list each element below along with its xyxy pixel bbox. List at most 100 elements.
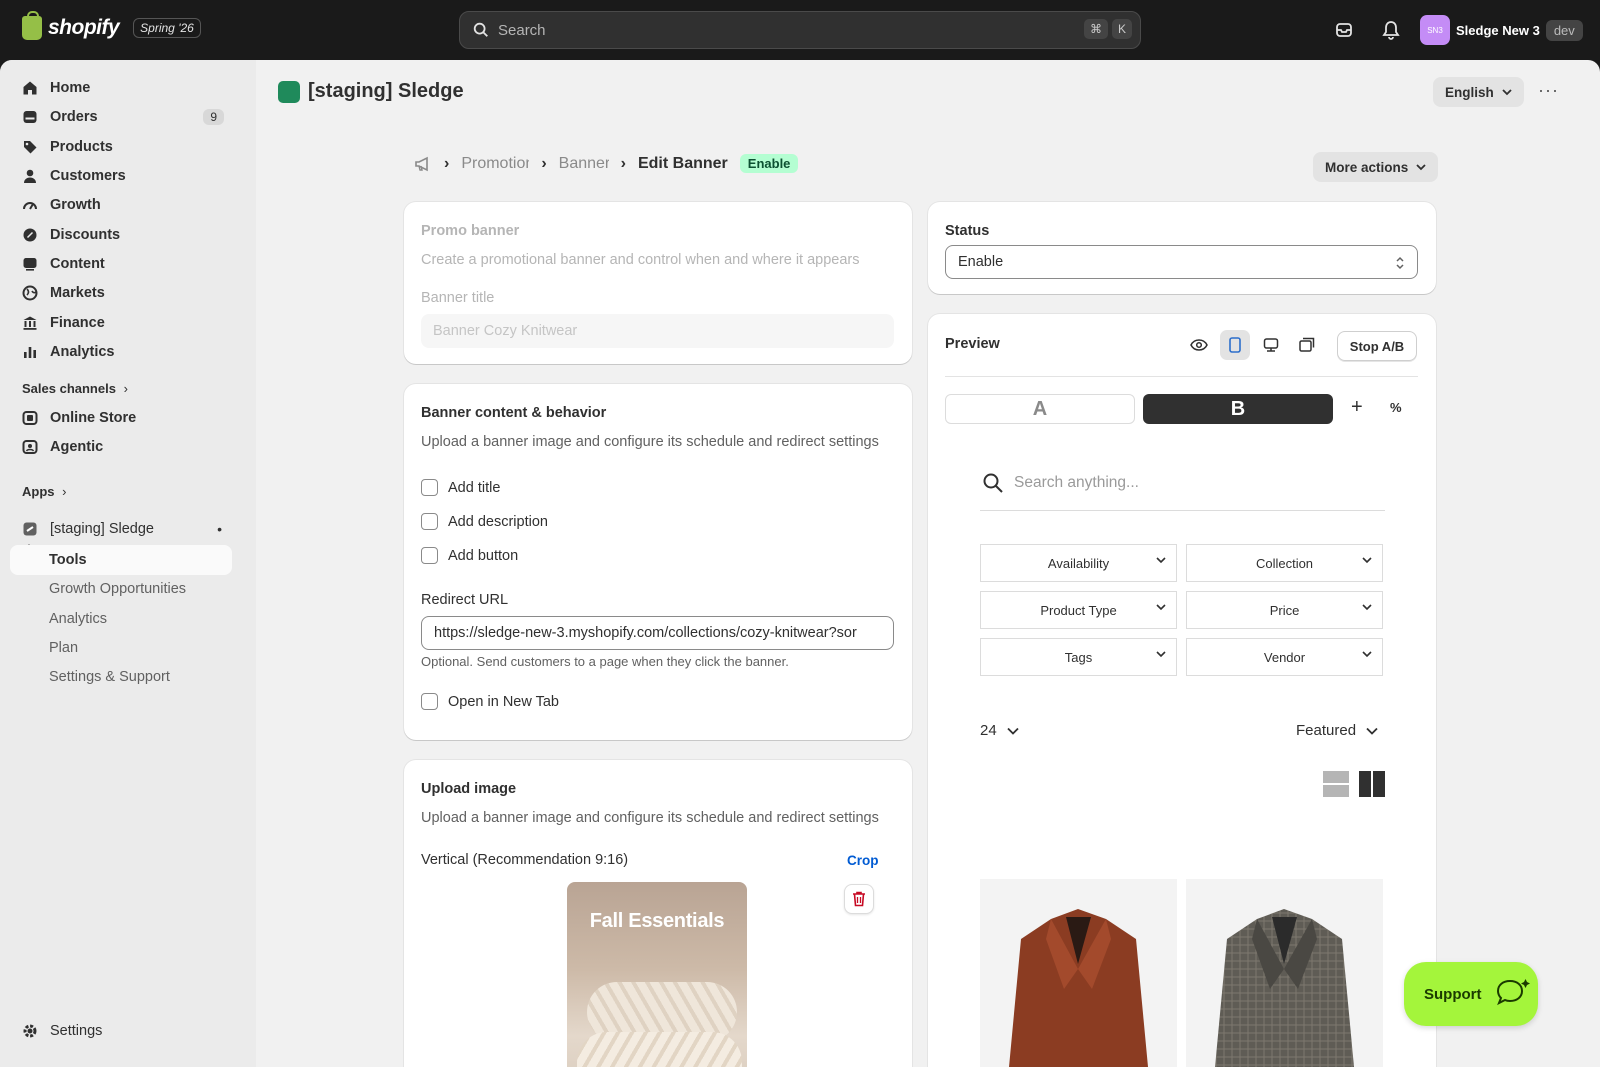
filter-label: Tags bbox=[1064, 649, 1093, 665]
filter-tags[interactable]: Tags bbox=[980, 638, 1177, 676]
main-content: [staging] Sledge English ··· › Promotion… bbox=[256, 60, 1600, 1067]
more-actions-label: More actions bbox=[1325, 159, 1409, 175]
checkbox-box bbox=[421, 693, 438, 710]
support-button[interactable]: Support bbox=[1404, 962, 1538, 1026]
grid-view-icon[interactable] bbox=[1359, 771, 1385, 797]
sidebar-item-app-analytics[interactable]: Analytics bbox=[10, 604, 232, 634]
sidebar-item-staging-sledge[interactable]: [staging] Sledge • bbox=[10, 514, 232, 544]
filter-product-type[interactable]: Product Type bbox=[980, 591, 1177, 629]
checkbox-label: Add description bbox=[448, 513, 548, 530]
edition-badge: Spring '26 bbox=[133, 18, 201, 38]
sidebar-item-tools[interactable]: Tools bbox=[10, 545, 232, 575]
apps-heading[interactable]: Apps › bbox=[22, 484, 66, 499]
eye-icon[interactable] bbox=[1188, 335, 1210, 355]
content-icon bbox=[23, 258, 37, 271]
redirect-url-input[interactable]: https://sledge-new-3.myshopify.com/colle… bbox=[421, 616, 894, 650]
storefront-search-placeholder[interactable]: Search anything... bbox=[1014, 474, 1139, 492]
more-menu-icon[interactable]: ··· bbox=[1538, 80, 1559, 101]
sidebar-item-discounts[interactable]: Discounts bbox=[10, 220, 232, 250]
search-underline bbox=[980, 510, 1385, 511]
sidebar-item-label: Home bbox=[50, 80, 91, 96]
status-select[interactable]: Enable bbox=[945, 245, 1418, 279]
banner-title-field[interactable]: Banner Cozy Knitwear bbox=[421, 314, 894, 348]
add-title-checkbox[interactable]: Add title bbox=[421, 479, 500, 496]
sidebar-item-plan[interactable]: Plan bbox=[10, 633, 232, 663]
status-card: Status Enable bbox=[928, 202, 1436, 294]
sidebar-item-content[interactable]: Content bbox=[10, 249, 232, 279]
stop-ab-button[interactable]: Stop A/B bbox=[1337, 331, 1417, 361]
store-name: Sledge New 3 bbox=[1456, 22, 1540, 38]
sidebar-item-label: [staging] Sledge bbox=[50, 521, 154, 537]
card-title: Status bbox=[945, 223, 990, 239]
inbox-icon[interactable] bbox=[1332, 18, 1356, 42]
sidebar-item-settings[interactable]: Settings bbox=[10, 1016, 232, 1046]
product-card[interactable] bbox=[980, 879, 1177, 1067]
sidebar-item-label: Discounts bbox=[50, 227, 121, 243]
sidebar-item-orders[interactable]: Orders 9 bbox=[10, 102, 232, 132]
per-page-select[interactable]: 24 bbox=[980, 722, 1019, 739]
sidebar-item-analytics[interactable]: Analytics bbox=[10, 337, 232, 367]
breadcrumb-promotion[interactable]: Promotion bbox=[461, 155, 529, 173]
delete-image-button[interactable] bbox=[844, 884, 874, 914]
card-title: Upload image bbox=[421, 781, 517, 797]
list-view-icon[interactable] bbox=[1323, 771, 1349, 797]
banner-image-preview: Fall Essentials bbox=[567, 882, 747, 1067]
sidebar-item-growth-opportunities[interactable]: Growth Opportunities bbox=[10, 574, 232, 604]
gear-icon bbox=[23, 1024, 37, 1038]
card-description: Upload a banner image and configure its … bbox=[421, 810, 879, 826]
sidebar-item-finance[interactable]: Finance bbox=[10, 308, 232, 338]
store-icon bbox=[22, 411, 38, 425]
top-bar: shopify Spring '26 Search ⌘ K SN3 Sledge… bbox=[0, 0, 1600, 60]
sidebar-item-growth[interactable]: Growth bbox=[10, 190, 232, 220]
filter-collection[interactable]: Collection bbox=[1186, 544, 1383, 582]
product-card[interactable] bbox=[1186, 879, 1383, 1067]
shopify-logo[interactable]: shopify Spring '26 bbox=[22, 11, 201, 40]
variant-b-tab[interactable]: B bbox=[1143, 394, 1333, 424]
sort-select[interactable]: Featured bbox=[1296, 722, 1378, 739]
open-new-tab-checkbox[interactable]: Open in New Tab bbox=[421, 693, 559, 710]
sidebar-item-markets[interactable]: Markets bbox=[10, 278, 232, 308]
desktop-icon[interactable] bbox=[1260, 335, 1282, 355]
app-title: [staging] Sledge bbox=[278, 80, 464, 103]
sidebar-item-label: Growth bbox=[50, 197, 101, 213]
chevron-down-icon bbox=[1156, 604, 1166, 611]
bell-icon[interactable] bbox=[1379, 18, 1403, 42]
sidebar-item-agentic[interactable]: Agentic bbox=[10, 432, 232, 462]
chat-bubbles-icon bbox=[1496, 979, 1530, 1006]
sidebar-item-products[interactable]: Products bbox=[10, 132, 232, 162]
tag-icon bbox=[24, 141, 37, 154]
chevron-down-icon bbox=[1362, 604, 1372, 611]
sidebar-item-home[interactable]: Home bbox=[10, 73, 232, 103]
add-variant-icon[interactable]: + bbox=[1351, 396, 1363, 419]
sales-channels-heading[interactable]: Sales channels › bbox=[22, 381, 128, 396]
chevron-down-icon bbox=[1366, 727, 1378, 735]
filter-vendor[interactable]: Vendor bbox=[1186, 638, 1383, 676]
sidebar-item-label: Online Store bbox=[50, 410, 137, 426]
breadcrumb-banner[interactable]: Banner bbox=[559, 155, 609, 173]
more-actions-button[interactable]: More actions bbox=[1313, 152, 1439, 182]
app-shell: Home Orders 9 Products Customers Growth … bbox=[0, 60, 1600, 1067]
sidebar-item-settings-support[interactable]: Settings & Support bbox=[10, 662, 232, 692]
knit-sweater-shape bbox=[577, 1032, 742, 1067]
bar-chart-icon bbox=[24, 347, 36, 358]
sidebar-item-customers[interactable]: Customers bbox=[10, 161, 232, 191]
add-button-checkbox[interactable]: Add button bbox=[421, 547, 518, 564]
select-arrows-icon bbox=[1396, 256, 1404, 270]
crop-link[interactable]: Crop bbox=[847, 853, 879, 868]
percent-split-icon[interactable]: % bbox=[1390, 400, 1402, 415]
language-select[interactable]: English bbox=[1433, 77, 1524, 107]
filter-label: Price bbox=[1269, 602, 1300, 618]
filter-availability[interactable]: Availability bbox=[980, 544, 1177, 582]
per-page-value: 24 bbox=[980, 722, 997, 739]
global-search-input[interactable]: Search ⌘ K bbox=[459, 11, 1141, 49]
variant-a-tab[interactable]: A bbox=[945, 394, 1135, 424]
filter-price[interactable]: Price bbox=[1186, 591, 1383, 629]
add-description-checkbox[interactable]: Add description bbox=[421, 513, 548, 530]
chevron-down-icon bbox=[1156, 651, 1166, 658]
chevron-down-icon bbox=[1156, 557, 1166, 564]
store-switcher[interactable]: SN3 Sledge New 3 dev bbox=[1420, 15, 1583, 45]
search-shortcut: ⌘ K bbox=[1083, 19, 1132, 39]
sidebar-item-online-store[interactable]: Online Store bbox=[10, 403, 232, 433]
mobile-view-button[interactable] bbox=[1220, 330, 1250, 360]
windows-icon[interactable] bbox=[1296, 335, 1318, 355]
